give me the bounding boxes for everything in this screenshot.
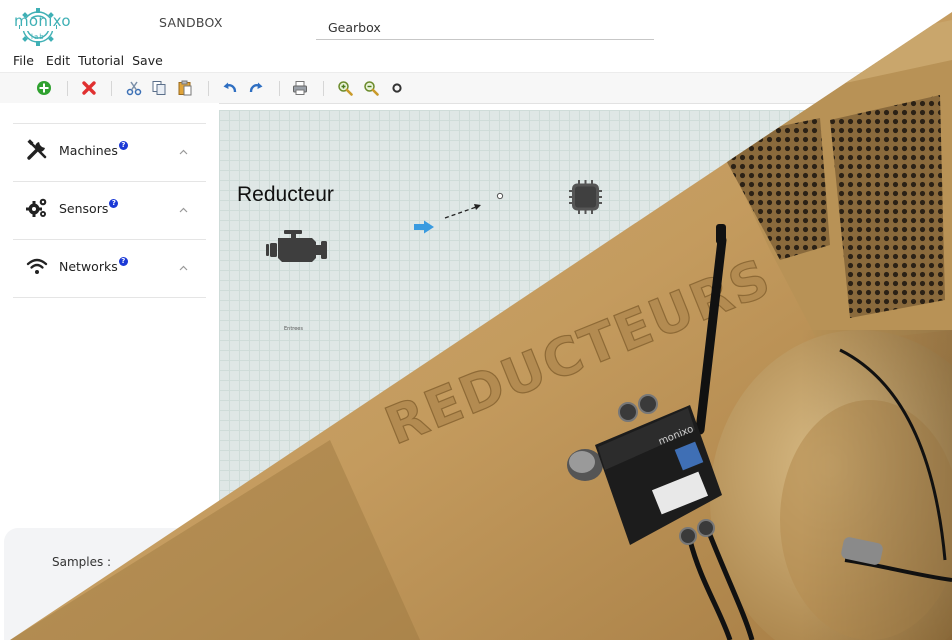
sensor-installation-photo: REDUCTEURS monixo [10,12,952,640]
